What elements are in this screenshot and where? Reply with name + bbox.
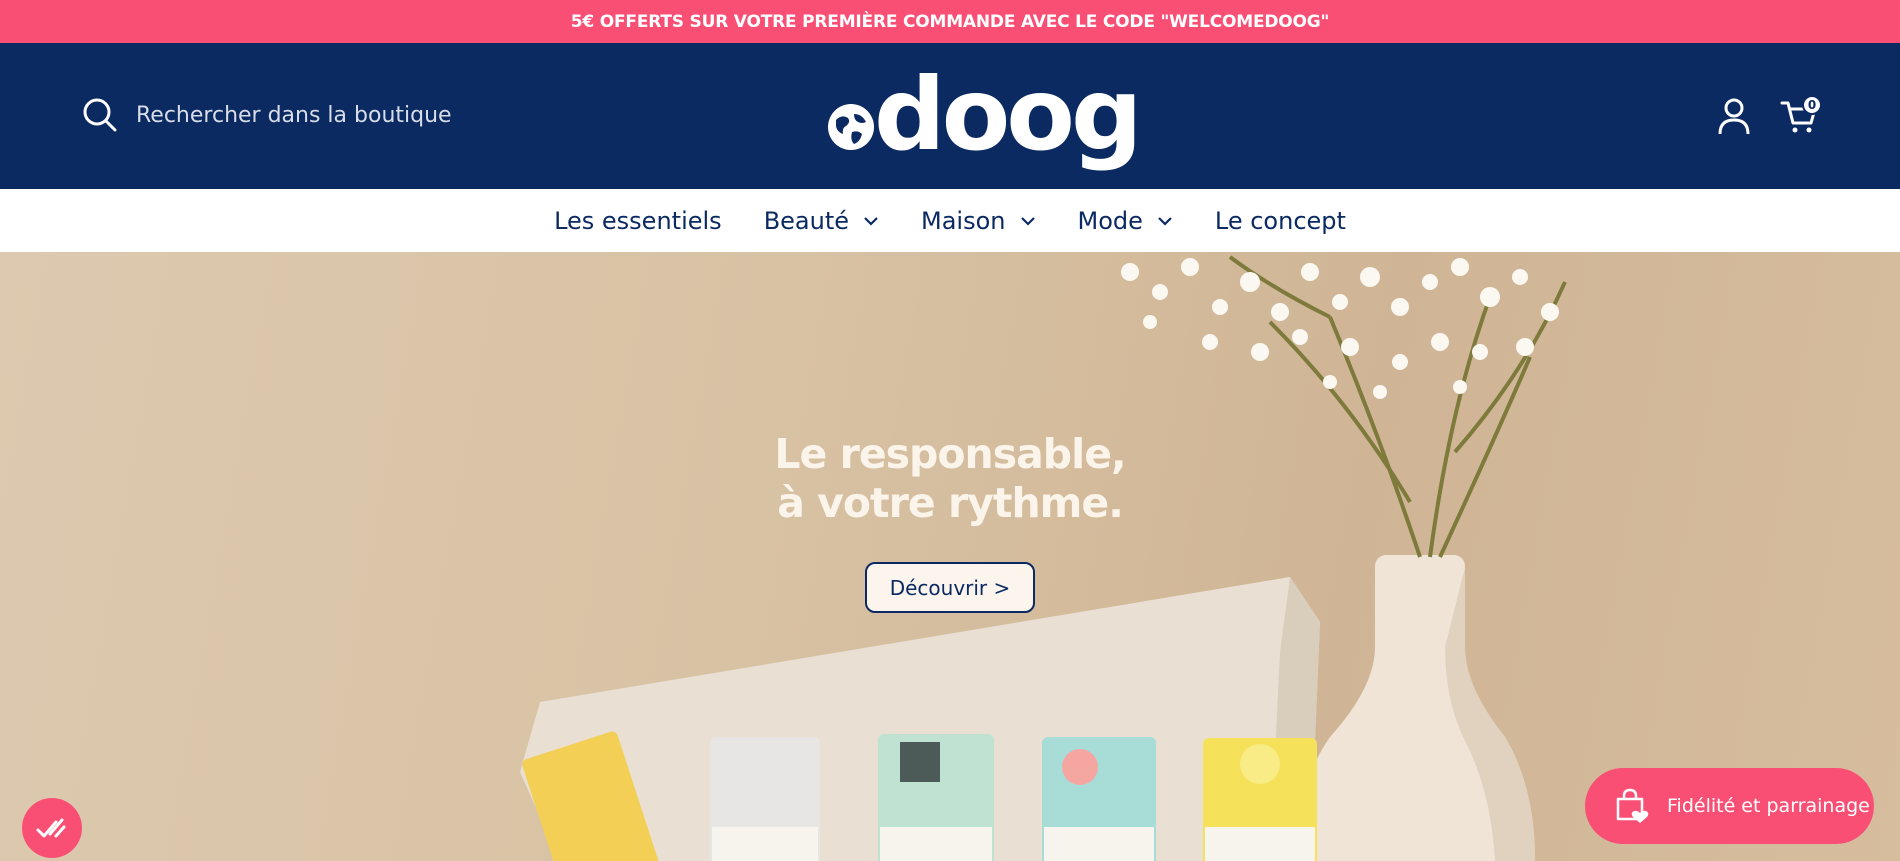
nav-item-label: Beauté [763, 206, 850, 235]
nav-item-label: Le concept [1214, 206, 1346, 235]
accessibility-check-icon [36, 818, 66, 838]
search-input[interactable] [136, 102, 496, 128]
nav-item-label: Maison [921, 206, 1006, 235]
accessibility-button[interactable] [22, 798, 82, 858]
nav-item-label: Mode [1077, 206, 1143, 235]
main-nav: Les essentiels Beauté Maison Mode Le con… [0, 189, 1900, 252]
hero-headline-line1: Le responsable, [774, 430, 1126, 478]
chevron-down-icon [864, 216, 878, 226]
loyalty-label: Fidélité et parrainage [1667, 795, 1870, 817]
discover-button[interactable]: Découvrir > [865, 562, 1035, 613]
site-logo[interactable]: doog [826, 56, 1143, 173]
nav-item-beaute[interactable]: Beauté [764, 207, 879, 235]
nav-item-essentiels[interactable]: Les essentiels [554, 207, 722, 235]
nav-item-label: Les essentiels [554, 206, 722, 235]
account-icon[interactable] [1718, 97, 1750, 135]
cart-button[interactable]: 0 [1780, 95, 1822, 137]
site-header: doog 0 [0, 43, 1900, 189]
search-icon[interactable] [82, 97, 118, 133]
logo-text: doog [874, 56, 1143, 173]
cart-count-badge: 0 [1802, 95, 1822, 115]
hero-headline-line2: à votre rythme. [777, 479, 1124, 527]
announcement-bar: 5€ OFFERTS SUR VOTRE PREMIÈRE COMMANDE A… [0, 0, 1900, 43]
announcement-text: 5€ OFFERTS SUR VOTRE PREMIÈRE COMMANDE A… [570, 11, 1330, 32]
chevron-down-icon [1020, 216, 1035, 226]
nav-item-mode[interactable]: Mode [1078, 207, 1173, 235]
loyalty-widget-button[interactable]: Fidélité et parrainage [1585, 768, 1874, 844]
shopping-bag-heart-icon [1616, 788, 1649, 823]
nav-item-maison[interactable]: Maison [921, 207, 1035, 235]
globe-icon [828, 104, 874, 150]
nav-item-concept[interactable]: Le concept [1215, 207, 1346, 235]
chevron-down-icon [1158, 216, 1172, 226]
search-bar[interactable] [82, 97, 496, 133]
hero-headline: Le responsable, à votre rythme. [700, 430, 1200, 528]
